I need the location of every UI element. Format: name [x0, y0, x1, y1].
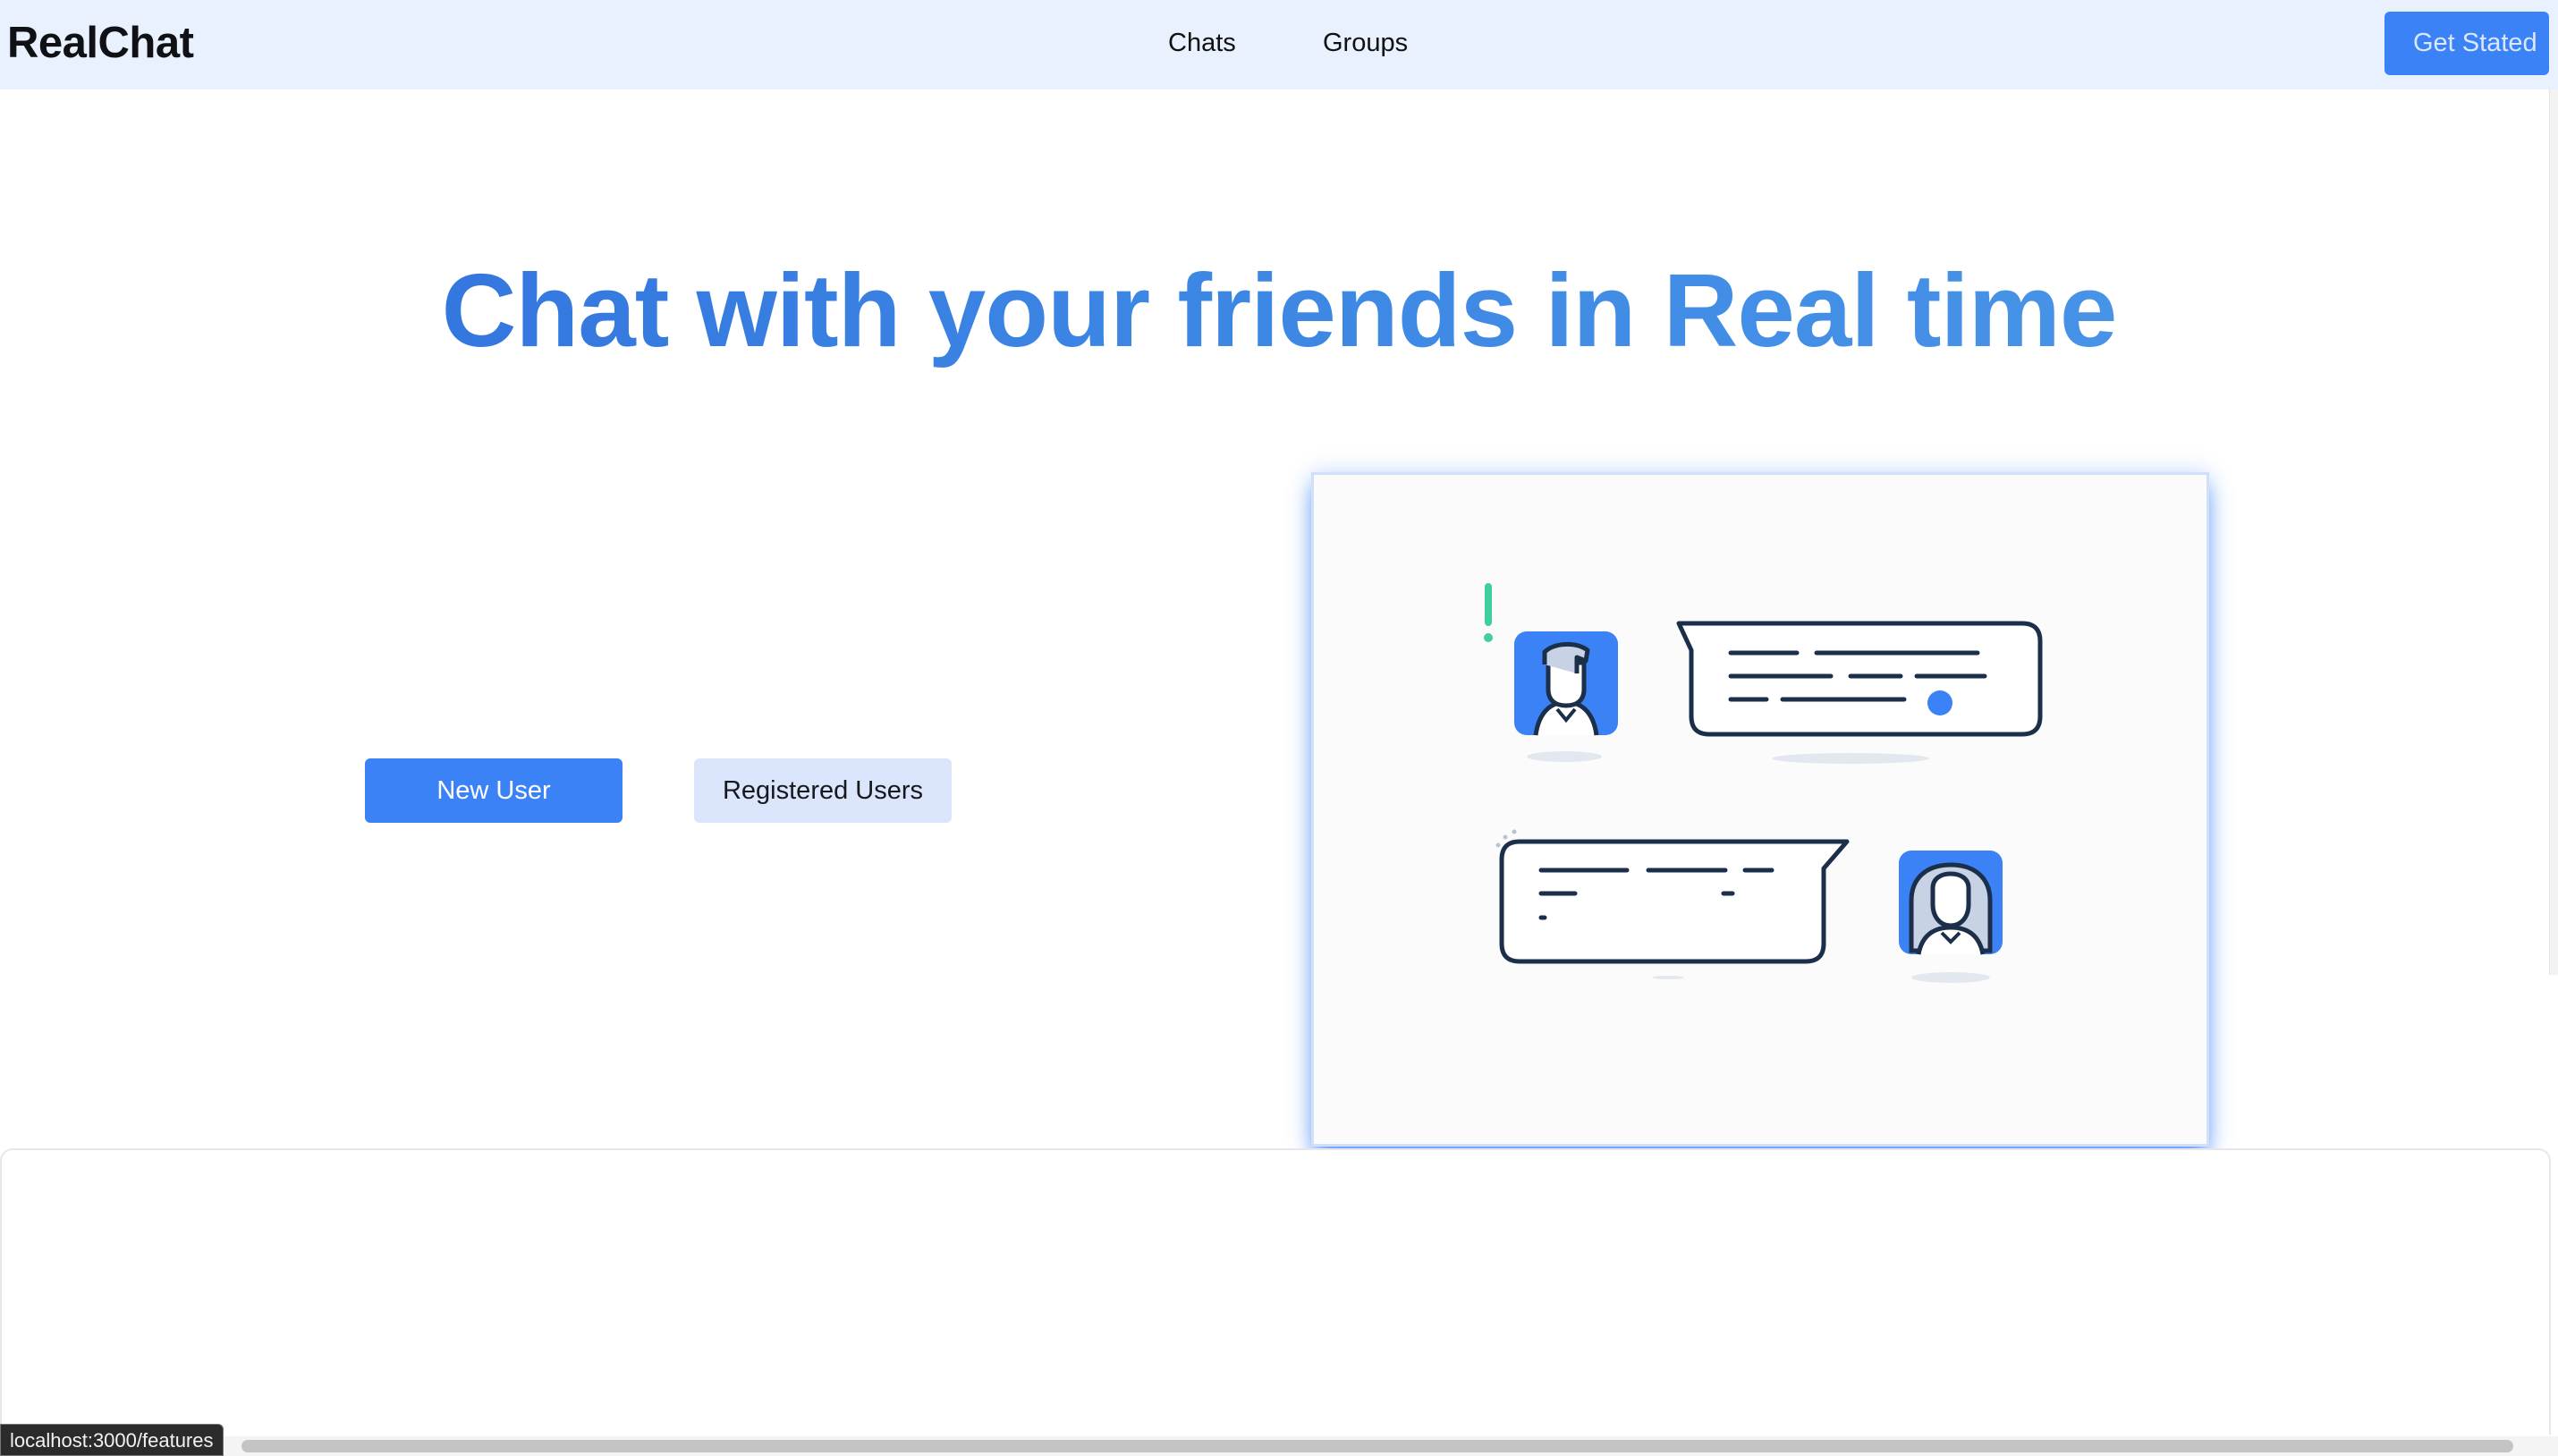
new-user-button[interactable]: New User [365, 758, 623, 823]
features-section [0, 1148, 2551, 1435]
chat-bubble-icon [1676, 621, 2043, 764]
nav-link-chats[interactable]: Chats [1168, 29, 1236, 58]
vertical-scrollbar[interactable] [2549, 89, 2558, 975]
female-avatar-icon [1899, 851, 2003, 983]
exclamation-icon [1484, 583, 1493, 642]
status-bar-url: localhost:3000/features [0, 1424, 224, 1456]
page: RealChat Chats Groups Get Stated Chat wi… [0, 0, 2558, 1456]
hero-title: Chat with your friends in Real time [0, 250, 2558, 370]
get-started-button[interactable]: Get Stated [2384, 12, 2549, 75]
registered-users-button[interactable]: Registered Users [694, 758, 952, 823]
nav-link-groups[interactable]: Groups [1323, 29, 1408, 58]
chat-bubble-icon [1495, 829, 1850, 979]
chat-illustration-card [1311, 472, 2209, 1147]
chat-illustration [1484, 583, 2043, 983]
horizontal-scrollbar-thumb[interactable] [241, 1440, 2513, 1452]
top-navbar: RealChat Chats Groups Get Stated [0, 0, 2558, 89]
male-avatar-icon [1514, 631, 1618, 762]
brand-logo[interactable]: RealChat [7, 18, 194, 68]
